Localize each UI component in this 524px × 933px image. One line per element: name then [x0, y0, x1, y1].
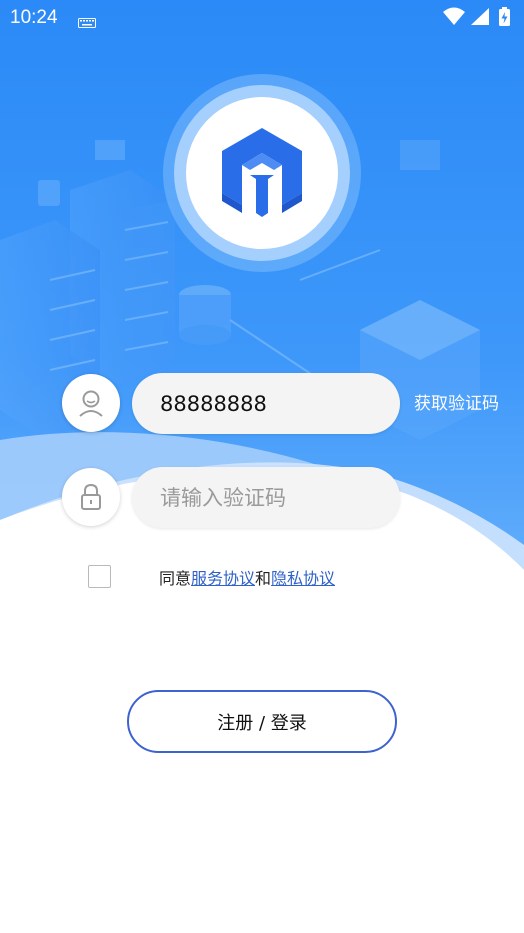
privacy-policy-link[interactable]: 隐私协议	[271, 569, 335, 588]
phone-input-container	[132, 373, 400, 434]
signal-icon	[471, 8, 489, 25]
system-icons	[442, 6, 516, 33]
keyboard-icon	[78, 12, 96, 33]
user-icon	[79, 390, 103, 417]
code-input-container	[132, 467, 400, 528]
verification-code-input[interactable]	[160, 467, 390, 528]
agreement-text: 同意服务协议和隐私协议	[159, 565, 335, 589]
status-time: 10:24	[10, 7, 58, 28]
agreement-conjunction: 和	[255, 569, 272, 588]
code-row	[60, 466, 520, 528]
register-login-button[interactable]: 注册 / 登录	[127, 690, 397, 753]
get-code-button[interactable]: 获取验证码	[414, 389, 499, 414]
status-bar: 10:24	[0, 0, 524, 36]
agree-checkbox[interactable]	[88, 565, 111, 588]
user-avatar-badge	[62, 374, 120, 432]
service-agreement-link[interactable]: 服务协议	[191, 569, 255, 588]
agreement-prefix: 同意	[159, 569, 192, 588]
wifi-icon	[443, 7, 465, 25]
phone-row: 获取验证码	[60, 372, 520, 434]
app-logo	[162, 73, 362, 273]
lock-badge	[62, 468, 120, 526]
battery-icon	[499, 7, 510, 26]
phone-input[interactable]	[160, 373, 390, 434]
agreement-row: 同意服务协议和隐私协议	[86, 562, 506, 592]
lock-icon	[81, 483, 101, 510]
